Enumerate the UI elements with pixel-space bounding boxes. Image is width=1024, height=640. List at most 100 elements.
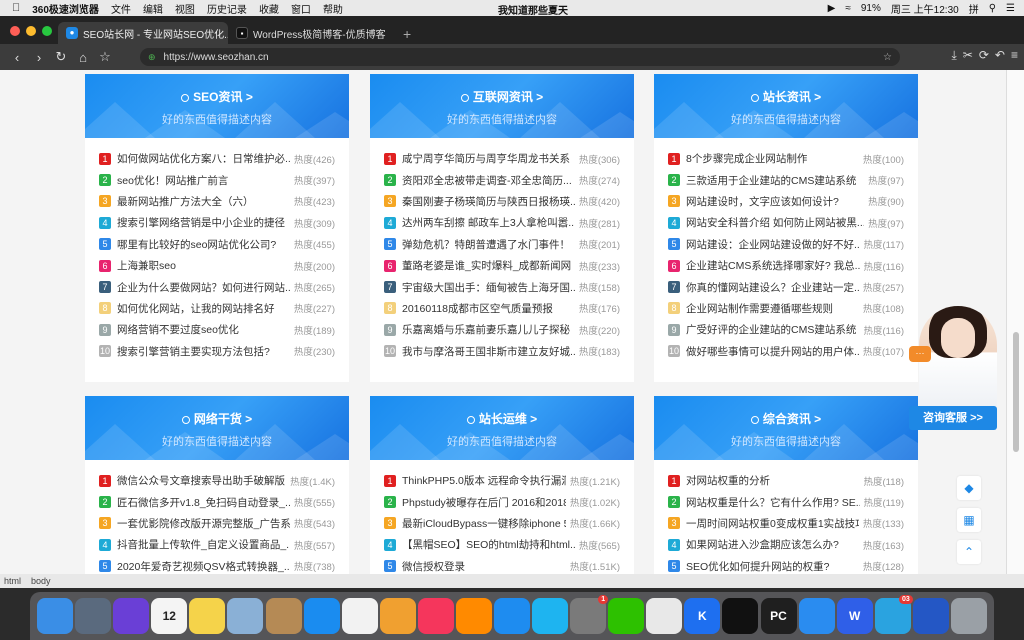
input-method[interactable]: 拼 [964, 1, 984, 16]
new-tab-button[interactable]: + [403, 26, 411, 42]
article-row[interactable]: 5 哪里有比较好的seo网站优化公司? 热度(455) [99, 234, 335, 255]
now-playing-text[interactable]: 我知道那些夏天 [498, 2, 568, 17]
article-title[interactable]: 如何做网站优化方案八：日常维护必... [117, 151, 290, 166]
article-title[interactable]: 网络营销不要过度seo优化 [117, 322, 290, 337]
reminders-icon[interactable] [341, 598, 378, 634]
article-title[interactable]: 乐嘉离婚与乐嘉前妻乐嘉儿儿子探秘 [402, 322, 575, 337]
article-row[interactable]: 8 如何优化网站，让我的网站排名好 热度(227) [99, 298, 335, 319]
article-row[interactable]: 9 网络营销不要过度seo优化 热度(189) [99, 319, 335, 340]
article-row[interactable]: 10 搜索引擎营销主要实现方法包括? 热度(230) [99, 341, 335, 362]
article-row[interactable]: 10 我市与摩洛哥王国非斯市建立友好城... 热度(183) [384, 341, 620, 362]
launchpad-icon[interactable] [75, 598, 112, 634]
article-title[interactable]: ThinkPHP5.0版本 远程命令执行漏洞... [402, 473, 566, 488]
article-row[interactable]: 6 董路老婆是谁_实时爆料_成都新闻网 热度(233) [384, 255, 620, 276]
article-row[interactable]: 9 乐嘉离婚与乐嘉前妻乐嘉儿儿子探秘 热度(220) [384, 319, 620, 340]
article-title[interactable]: 网站建设时，文字应该如何设计? [686, 194, 864, 209]
article-row[interactable]: 4 达州两车刮擦 邮政车上3人拿枪叫嚣... 热度(281) [384, 212, 620, 233]
article-title[interactable]: 如何优化网站，让我的网站排名好 [117, 301, 290, 316]
article-title[interactable]: 达州两车刮擦 邮政车上3人拿枪叫嚣... [402, 215, 575, 230]
article-title[interactable]: 董路老婆是谁_实时爆料_成都新闻网 [402, 258, 575, 273]
notes-icon[interactable] [189, 598, 226, 634]
article-row[interactable]: 3 一套优影院修改版开源完整版_广告系... 热度(543) [99, 513, 335, 534]
url-text[interactable]: https://www.seozhan.cn [164, 52, 269, 63]
apple-icon[interactable]:  [0, 2, 26, 14]
article-row[interactable]: 7 宇宙级大国出手：缅甸被告上海牙国... 热度(158) [384, 276, 620, 297]
article-title[interactable]: 抖音批量上传软件_自定义设置商品_... [117, 537, 290, 552]
menu-icon[interactable]: ≡ [1011, 48, 1018, 63]
article-row[interactable]: 3 秦国刚妻子杨瑛简历与陕西日报杨瑛... 热度(420) [384, 191, 620, 212]
article-row[interactable]: 2 匠石微信多开v1.8_免扫码自动登录_... 热度(555) [99, 491, 335, 512]
zoom-window-button[interactable] [42, 26, 52, 36]
article-title[interactable]: 最新网站推广方法大全（六） [117, 194, 290, 209]
messages-icon[interactable] [532, 598, 569, 634]
article-title[interactable]: 【黑帽SEO】SEO的html劫持和html... [402, 537, 575, 552]
books-icon[interactable] [455, 598, 492, 634]
article-title[interactable]: 你真的懂网站建设么？企业建站一定... [686, 280, 859, 295]
menu-file[interactable]: 文件 [105, 1, 137, 16]
reload-icon[interactable]: ↻ [50, 49, 72, 65]
card-title[interactable]: 站长运维 > [479, 412, 537, 426]
article-row[interactable]: 4 【黑帽SEO】SEO的html劫持和html... 热度(565) [384, 534, 620, 555]
sync-icon[interactable]: ⟳ [979, 48, 989, 63]
breadcrumb-body[interactable]: body [31, 576, 51, 586]
menu-window[interactable]: 窗口 [285, 1, 317, 16]
card-banner[interactable]: 站长运维 > 好的东西值得描述内容 [370, 396, 634, 460]
article-title[interactable]: 宇宙级大国出手：缅甸被告上海牙国... [402, 280, 575, 295]
close-window-button[interactable] [10, 26, 20, 36]
back-to-top-icon[interactable]: ⌃ [957, 540, 981, 564]
article-title[interactable]: 2020年爱奇艺视频QSV格式转换器_... [117, 559, 290, 574]
qq-contact-icon[interactable]: ◆ [957, 476, 981, 500]
article-row[interactable]: 5 微信授权登录 热度(1.51K) [384, 556, 620, 574]
article-title[interactable]: 搜索引擎网络营销是中小企业的捷径 [117, 215, 290, 230]
article-row[interactable]: 4 如果网站进入沙盒期应该怎么办? 热度(163) [668, 534, 904, 555]
qrcode-icon[interactable]: ▦ [957, 508, 981, 532]
tab-wordpress[interactable]: ▪ WordPress极简博客-优质博客 [228, 22, 398, 44]
search-icon[interactable]: ⚲ [984, 3, 1001, 14]
article-row[interactable]: 9 广受好评的企业建站的CMS建站系统 热度(116) [668, 319, 904, 340]
article-row[interactable]: 3 网站建设时，文字应该如何设计? 热度(90) [668, 191, 904, 212]
article-row[interactable]: 4 抖音批量上传软件_自定义设置商品_... 热度(557) [99, 534, 335, 555]
article-title[interactable]: 广受好评的企业建站的CMS建站系统 [686, 322, 860, 337]
finder-icon[interactable] [37, 598, 74, 634]
article-row[interactable]: 10 做好哪些事情可以提升网站的用户体... 热度(107) [668, 341, 904, 362]
article-title[interactable]: 资阳邓全忠被带走调查-邓全忠简历... [402, 173, 575, 188]
address-bar[interactable]: ⊕ https://www.seozhan.cn ☆ [140, 48, 900, 66]
article-title[interactable]: 做好哪些事情可以提升网站的用户体... [686, 344, 859, 359]
article-title[interactable]: 网站建设：企业网站建设做的好不好... [686, 237, 860, 252]
tab-seozhan[interactable]: ● SEO站长网 - 专业网站SEO优化... ✕ [58, 22, 228, 44]
article-row[interactable]: 4 搜索引擎网络营销是中小企业的捷径 热度(309) [99, 212, 335, 233]
article-row[interactable]: 2 Phpstudy被曝存在后门 2016和2018... 热度(1.02K) [384, 491, 620, 512]
card-title[interactable]: 站长资讯 > [763, 90, 821, 104]
article-row[interactable]: 5 SEO优化如何提升网站的权重? 热度(128) [668, 556, 904, 574]
siri-icon[interactable] [113, 598, 150, 634]
play-icon[interactable]: ▶ [823, 3, 841, 14]
article-row[interactable]: 4 网站安全科普介绍 如何防止网站被黑... 热度(97) [668, 212, 904, 233]
secure-lock-icon[interactable]: ⊕ [148, 52, 156, 63]
article-row[interactable]: 3 最新网站推广方法大全（六） 热度(423) [99, 191, 335, 212]
article-title[interactable]: 网站权重是什么？它有什么作用? SE... [686, 495, 860, 510]
article-title[interactable]: 一周时间网站权重0变成权重1实战技巧 [686, 516, 859, 531]
article-row[interactable]: 2 资阳邓全忠被带走调查-邓全忠简历... 热度(274) [384, 169, 620, 190]
article-title[interactable]: 哪里有比较好的seo网站优化公司? [117, 237, 290, 252]
clock[interactable]: 周三 上午12:30 [886, 1, 964, 16]
breadcrumb-html[interactable]: html [4, 576, 21, 586]
menu-history[interactable]: 历史记录 [201, 1, 253, 16]
card-title[interactable]: 综合资讯 > [763, 412, 821, 426]
pycharm-icon[interactable]: PC [760, 598, 797, 634]
article-title[interactable]: SEO优化如何提升网站的权重? [686, 559, 859, 574]
card-title[interactable]: 网络干货 > [194, 412, 252, 426]
article-row[interactable]: 2 网站权重是什么？它有什么作用? SE... 热度(119) [668, 491, 904, 512]
undo-close-icon[interactable]: ↶ [995, 48, 1005, 63]
article-title[interactable]: 秦国刚妻子杨瑛简历与陕西日报杨瑛... [402, 194, 575, 209]
trash-icon[interactable] [950, 598, 987, 634]
article-row[interactable]: 1 如何做网站优化方案八：日常维护必... 热度(426) [99, 148, 335, 169]
menu-view[interactable]: 视图 [169, 1, 201, 16]
minimize-window-button[interactable] [26, 26, 36, 36]
article-row[interactable]: 2 三款适用于企业建站的CMS建站系统 热度(97) [668, 169, 904, 190]
back-icon[interactable]: ‹ [6, 50, 28, 65]
menu-help[interactable]: 帮助 [317, 1, 349, 16]
article-title[interactable]: 20160118成都市区空气质量预报 [402, 301, 575, 316]
card-banner[interactable]: 网络干货 > 好的东西值得描述内容 [85, 396, 349, 460]
home-icon[interactable]: ⌂ [72, 50, 94, 65]
remote-icon[interactable] [912, 598, 949, 634]
